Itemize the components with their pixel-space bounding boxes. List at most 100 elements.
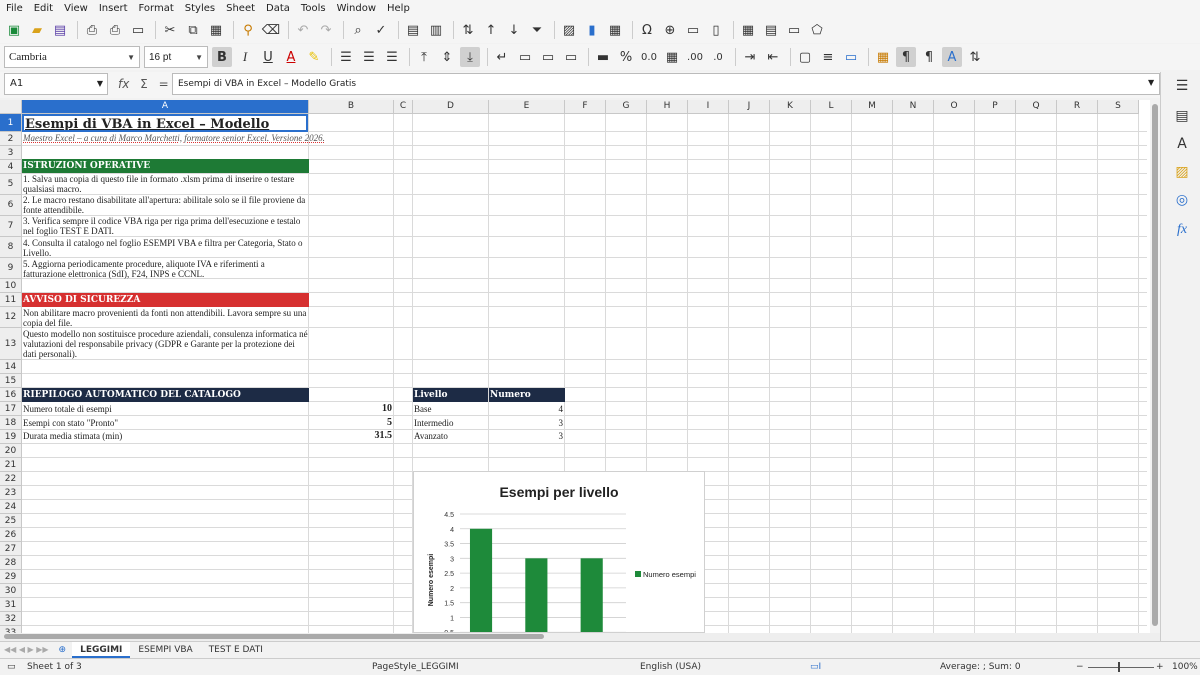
column-header-i[interactable]: I bbox=[688, 100, 729, 114]
expand-formula-icon[interactable]: ▼ bbox=[1148, 78, 1154, 87]
livello-base-count[interactable]: 4 bbox=[489, 404, 565, 416]
insert-image-icon[interactable]: ▨ bbox=[559, 20, 579, 40]
row-header-24[interactable]: 24 bbox=[0, 500, 22, 514]
horizontal-scroll-thumb[interactable] bbox=[4, 634, 544, 639]
border-color-icon[interactable]: ▭ bbox=[841, 47, 861, 67]
border-style-icon[interactable]: ≡ bbox=[818, 47, 838, 67]
menu-help[interactable]: Help bbox=[387, 3, 410, 14]
cell-a2-subtitle[interactable]: Maestro Excel – a cura di Marco Marchett… bbox=[22, 133, 402, 145]
column-header-e[interactable]: E bbox=[489, 100, 565, 114]
column-header-p[interactable]: P bbox=[975, 100, 1016, 114]
clear-formatting-icon[interactable]: ⌫ bbox=[261, 20, 281, 40]
left-to-right-icon[interactable]: ¶ bbox=[896, 47, 916, 67]
menu-edit[interactable]: Edit bbox=[34, 3, 53, 14]
font-size-combo[interactable]: 16 pt ▼ bbox=[144, 46, 208, 68]
row-header-10[interactable]: 10 bbox=[0, 279, 22, 293]
row-header-13[interactable]: 13 bbox=[0, 328, 22, 360]
vertical-scrollbar[interactable] bbox=[1150, 100, 1160, 633]
merge-cells-icon[interactable]: ▭ bbox=[538, 47, 558, 67]
row-header-25[interactable]: 25 bbox=[0, 514, 22, 528]
properties-icon[interactable]: ▤ bbox=[1173, 108, 1191, 126]
menu-tools[interactable]: Tools bbox=[301, 3, 326, 14]
underline-icon[interactable]: U bbox=[258, 47, 278, 67]
cut-icon[interactable]: ✂ bbox=[160, 20, 180, 40]
align-top-icon[interactable]: ⤒ bbox=[414, 47, 434, 67]
freeze-rows-icon[interactable]: ▤ bbox=[761, 20, 781, 40]
r18-label[interactable]: Esempi con stato "Pronto" bbox=[22, 418, 308, 430]
cell-a1-title[interactable]: Esempi di VBA in Excel – Modello Gratis bbox=[22, 114, 308, 132]
livello-base[interactable]: Base bbox=[413, 404, 488, 416]
menu-insert[interactable]: Insert bbox=[99, 3, 128, 14]
sort-ascending-icon[interactable]: ↑ bbox=[481, 20, 501, 40]
menu-data[interactable]: Data bbox=[266, 3, 290, 14]
new-document-icon[interactable]: ▣ bbox=[4, 20, 24, 40]
wrap-text-icon[interactable]: ↵ bbox=[492, 47, 512, 67]
row-header-8[interactable]: 8 bbox=[0, 237, 22, 258]
r19-value[interactable]: 31.5 bbox=[309, 431, 394, 443]
row-header-5[interactable]: 5 bbox=[0, 174, 22, 195]
row-header-31[interactable]: 31 bbox=[0, 598, 22, 612]
sum-summary[interactable]: Average: ; Sum: 0 bbox=[940, 662, 1021, 672]
row-header-23[interactable]: 23 bbox=[0, 486, 22, 500]
row-header-2[interactable]: 2 bbox=[0, 132, 22, 146]
row-header-7[interactable]: 7 bbox=[0, 216, 22, 237]
column-header-k[interactable]: K bbox=[770, 100, 811, 114]
styles-icon[interactable]: A bbox=[1173, 136, 1191, 154]
r17-label[interactable]: Numero totale di esempi bbox=[22, 404, 308, 416]
zoom-level[interactable]: 100% bbox=[1172, 662, 1198, 672]
column-header-o[interactable]: O bbox=[934, 100, 975, 114]
number-format-icon[interactable]: 0.0 bbox=[639, 47, 659, 67]
menu-format[interactable]: Format bbox=[139, 3, 174, 14]
row-header-30[interactable]: 30 bbox=[0, 584, 22, 598]
istruzioni-header[interactable]: ISTRUZIONI OPERATIVE bbox=[22, 159, 309, 173]
r18-value[interactable]: 5 bbox=[309, 418, 394, 430]
menu-window[interactable]: Window bbox=[337, 3, 376, 14]
row-header-26[interactable]: 26 bbox=[0, 528, 22, 542]
row-header-14[interactable]: 14 bbox=[0, 360, 22, 374]
align-middle-icon[interactable]: ⇕ bbox=[437, 47, 457, 67]
row-icon[interactable]: ▤ bbox=[403, 20, 423, 40]
column-header-q[interactable]: Q bbox=[1016, 100, 1057, 114]
clone-formatting-icon[interactable]: ⚲ bbox=[238, 20, 258, 40]
right-to-left-icon[interactable]: ¶ bbox=[919, 47, 939, 67]
menu-sheet[interactable]: Sheet bbox=[226, 3, 255, 14]
r17-value[interactable]: 10 bbox=[309, 404, 394, 416]
increase-indent-icon[interactable]: ⇥ bbox=[740, 47, 760, 67]
print-preview-icon[interactable]: ▭ bbox=[128, 20, 148, 40]
livello-header[interactable]: Livello bbox=[413, 388, 488, 402]
column-header-g[interactable]: G bbox=[606, 100, 647, 114]
zoom-slider[interactable] bbox=[1088, 667, 1154, 668]
special-character-icon[interactable]: Ω bbox=[637, 20, 657, 40]
navigator-icon[interactable]: ◎ bbox=[1173, 192, 1191, 210]
sidebar-menu-icon[interactable]: ☰ bbox=[1173, 78, 1191, 96]
menu-styles[interactable]: Styles bbox=[185, 3, 215, 14]
functions-icon[interactable]: fx bbox=[1173, 222, 1191, 240]
tab-test-e-dati[interactable]: TEST E DATI bbox=[201, 642, 271, 658]
avviso-header[interactable]: AVVISO DI SICUREZZA bbox=[22, 293, 309, 307]
zoom-slider-handle[interactable] bbox=[1118, 662, 1120, 672]
font-name-combo[interactable]: Cambria ▼ bbox=[4, 46, 140, 68]
bar-base[interactable] bbox=[469, 528, 493, 633]
bar-avanzato[interactable] bbox=[580, 558, 603, 633]
export-pdf-icon[interactable]: ⎙ bbox=[82, 20, 102, 40]
add-sheet-icon[interactable]: ⊕ bbox=[53, 642, 73, 658]
currency-format-icon[interactable]: ▬ bbox=[593, 47, 613, 67]
bar-intermedio[interactable] bbox=[525, 558, 548, 633]
merge-center-icon[interactable]: ▭ bbox=[515, 47, 535, 67]
column-header-n[interactable]: N bbox=[893, 100, 934, 114]
find-replace-icon[interactable]: ⌕ bbox=[348, 20, 368, 40]
autofilter-icon[interactable]: ⏷ bbox=[527, 20, 547, 40]
unmerge-cells-icon[interactable]: ▭ bbox=[561, 47, 581, 67]
livello-avanzato[interactable]: Avanzato bbox=[413, 431, 488, 443]
row-header-29[interactable]: 29 bbox=[0, 570, 22, 584]
language[interactable]: English (USA) bbox=[640, 662, 701, 672]
add-decimal-icon[interactable]: .00 bbox=[685, 47, 705, 67]
decrease-indent-icon[interactable]: ⇤ bbox=[763, 47, 783, 67]
riepilogo-header[interactable]: RIEPILOGO AUTOMATICO DEL CATALOGO bbox=[22, 388, 309, 402]
livello-intermedio-count[interactable]: 3 bbox=[489, 418, 565, 430]
header-footer-icon[interactable]: ▯ bbox=[706, 20, 726, 40]
sort-descending-icon[interactable]: ↓ bbox=[504, 20, 524, 40]
insert-chart-icon[interactable]: ▮ bbox=[582, 20, 602, 40]
row-header-1[interactable]: 1 bbox=[0, 114, 22, 132]
livello-intermedio[interactable]: Intermedio bbox=[413, 418, 488, 430]
